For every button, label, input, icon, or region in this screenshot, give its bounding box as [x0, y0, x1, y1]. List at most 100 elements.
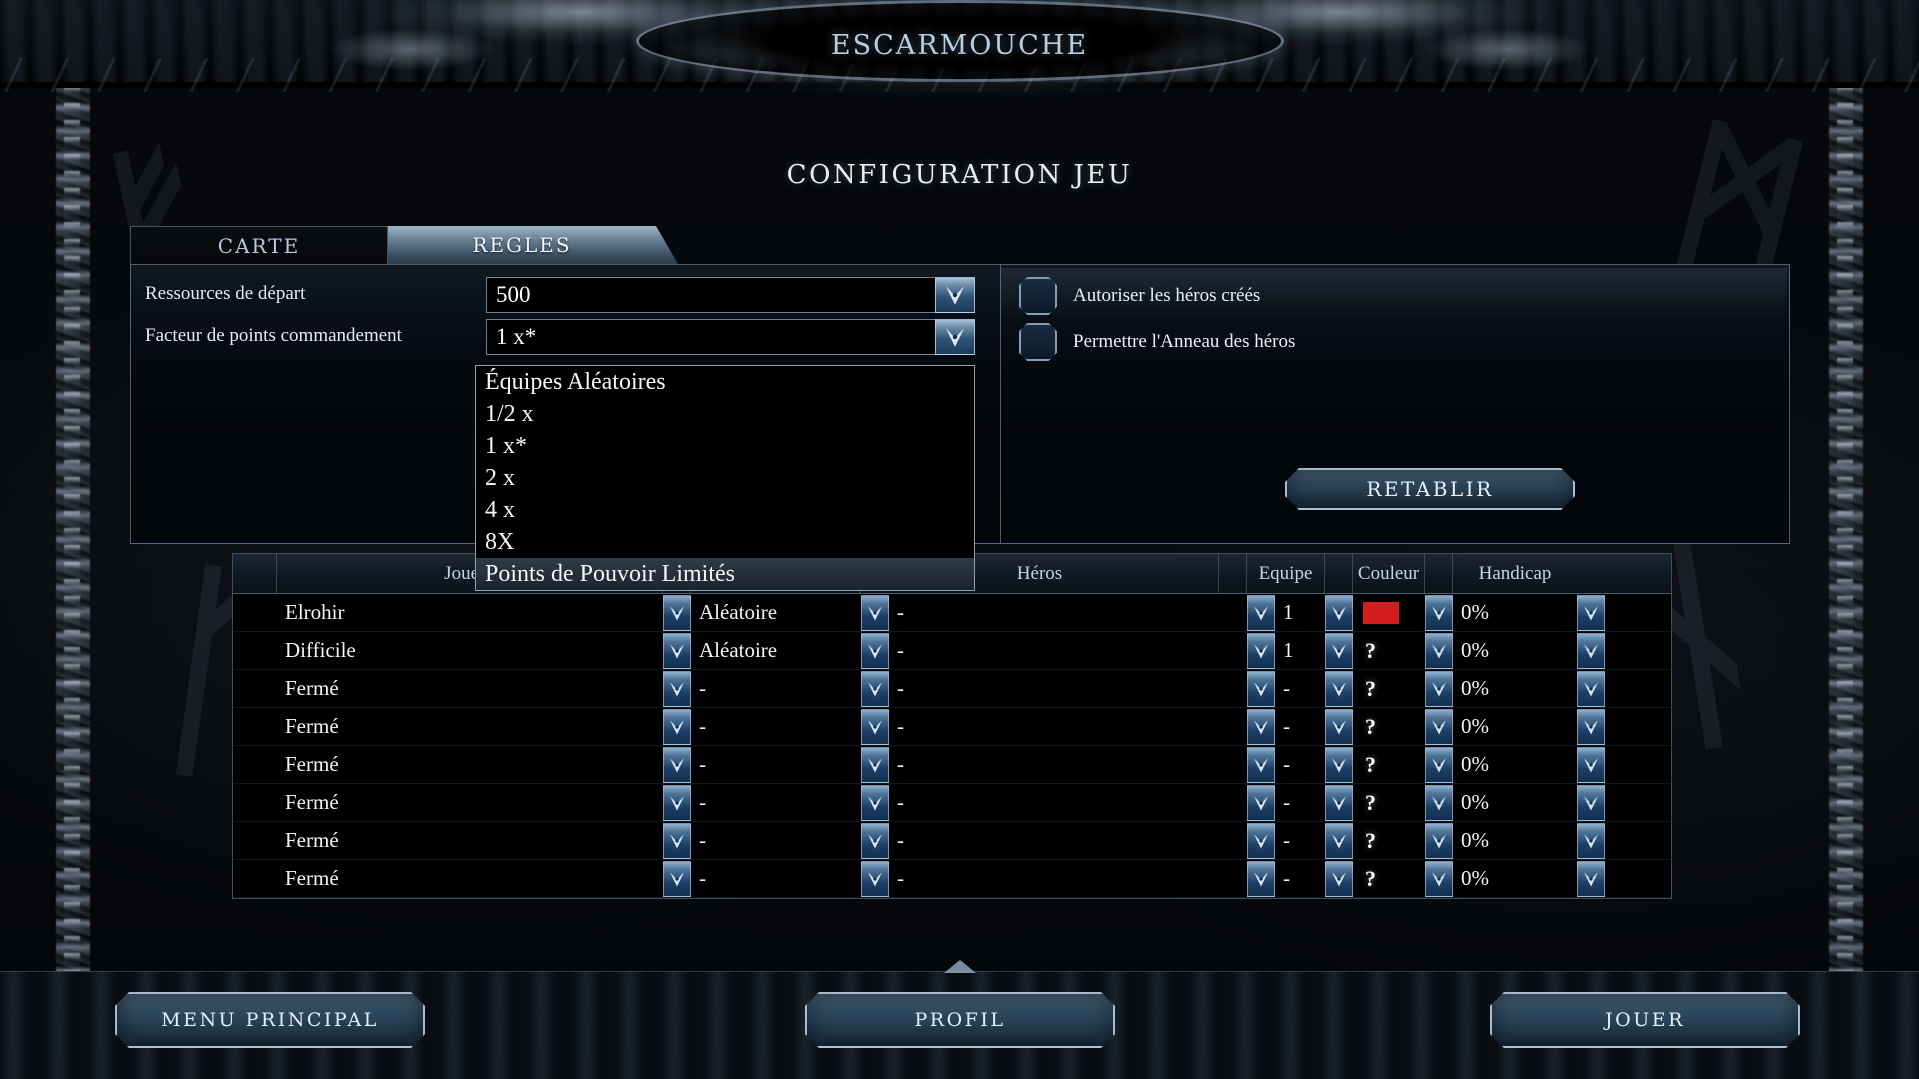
chevron-down-icon — [867, 871, 883, 886]
row-dropdown-arrow-button[interactable] — [1425, 670, 1453, 707]
checkbox-row-heros-crees: Autoriser les héros créés — [1001, 268, 1787, 316]
chevron-down-icon — [1331, 833, 1347, 848]
dropdown-option[interactable]: 8X — [476, 526, 974, 558]
row-dropdown-arrow-button[interactable] — [1425, 594, 1453, 631]
dropdown-option[interactable]: Équipes Aléatoires — [476, 366, 974, 398]
row-dropdown-arrow-button[interactable] — [1425, 784, 1453, 821]
row-dropdown-arrow-button[interactable] — [861, 822, 889, 859]
chevron-down-icon — [1253, 795, 1269, 810]
play-button[interactable]: JOUER — [1490, 992, 1800, 1048]
row-dropdown-arrow-button[interactable] — [861, 860, 889, 897]
page-title: CONFIGURATION JEU — [786, 160, 1133, 190]
chevron-down-icon — [945, 285, 965, 305]
row-dropdown-arrow-button[interactable] — [1425, 822, 1453, 859]
bottom-bar-notch-icon — [943, 960, 976, 973]
chevron-down-icon — [1583, 833, 1599, 848]
checkbox-autoriser-heros-crees[interactable] — [1019, 277, 1057, 315]
row-dropdown-arrow-button[interactable] — [1577, 670, 1605, 707]
table-row[interactable]: Fermé - - -? 0% — [233, 746, 1671, 784]
row-dropdown-arrow-button[interactable] — [861, 708, 889, 745]
cell-handicap: 0% — [1461, 676, 1489, 700]
table-row[interactable]: Elrohir Aléatoire - 1 0% — [233, 594, 1671, 632]
facteur-dropdown-list[interactable]: Équipes Aléatoires 1/2 x1 x* 2 x4 x 8X Point… — [475, 365, 975, 591]
dropdown-option[interactable]: 2 x — [476, 462, 974, 494]
table-row[interactable]: Fermé - - -? 0% — [233, 822, 1671, 860]
row-dropdown-arrow-button[interactable] — [1577, 594, 1605, 631]
row-dropdown-arrow-button[interactable] — [1325, 594, 1353, 631]
ressources-input[interactable]: 500 — [486, 277, 936, 313]
row-dropdown-arrow-button[interactable] — [861, 670, 889, 707]
dropdown-option[interactable]: 1 x* — [476, 430, 974, 462]
row-dropdown-arrow-button[interactable] — [1247, 708, 1275, 745]
chevron-down-icon — [1431, 605, 1447, 620]
row-dropdown-arrow-button[interactable] — [1247, 784, 1275, 821]
row-dropdown-arrow-button[interactable] — [663, 670, 691, 707]
main-menu-button[interactable]: MENU PRINCIPAL — [115, 992, 425, 1048]
facteur-input[interactable]: 1 x* — [486, 319, 936, 355]
row-dropdown-arrow-button[interactable] — [861, 784, 889, 821]
color-swatch[interactable] — [1363, 601, 1399, 624]
row-dropdown-arrow-button[interactable] — [1577, 708, 1605, 745]
row-dropdown-arrow-button[interactable] — [663, 860, 691, 897]
table-row[interactable]: Fermé - - -? 0% — [233, 708, 1671, 746]
row-dropdown-arrow-button[interactable] — [1577, 746, 1605, 783]
row-dropdown-arrow-button[interactable] — [1325, 746, 1353, 783]
row-dropdown-arrow-button[interactable] — [1247, 746, 1275, 783]
row-dropdown-arrow-button[interactable] — [1425, 860, 1453, 897]
row-dropdown-arrow-button[interactable] — [663, 594, 691, 631]
bottom-bar: MENU PRINCIPAL PROFIL JOUER — [0, 960, 1919, 1079]
row-dropdown-arrow-button[interactable] — [1247, 860, 1275, 897]
cell-joueur: Difficile — [285, 638, 356, 662]
row-dropdown-arrow-button[interactable] — [1247, 632, 1275, 669]
row-dropdown-arrow-button[interactable] — [1325, 784, 1353, 821]
facteur-dropdown-arrow-button[interactable] — [935, 319, 975, 355]
row-dropdown-arrow-button[interactable] — [663, 746, 691, 783]
row-dropdown-arrow-button[interactable] — [663, 632, 691, 669]
tab-regles[interactable]: REGLES — [388, 226, 678, 264]
chevron-down-icon — [1331, 681, 1347, 696]
row-dropdown-arrow-button[interactable] — [1247, 594, 1275, 631]
dropdown-option[interactable]: 1/2 x — [476, 398, 974, 430]
row-dropdown-arrow-button[interactable] — [1425, 746, 1453, 783]
row-dropdown-arrow-button[interactable] — [1325, 822, 1353, 859]
row-dropdown-arrow-button[interactable] — [1577, 822, 1605, 859]
row-dropdown-arrow-button[interactable] — [1425, 632, 1453, 669]
table-row[interactable]: Fermé - - -? 0% — [233, 670, 1671, 708]
row-dropdown-arrow-button[interactable] — [1577, 632, 1605, 669]
table-row[interactable]: Fermé - - -? 0% — [233, 784, 1671, 822]
cell-index — [233, 670, 277, 707]
row-dropdown-arrow-button[interactable] — [1325, 670, 1353, 707]
cell-couleur: ? — [1353, 632, 1425, 669]
row-dropdown-arrow-button[interactable] — [1247, 822, 1275, 859]
chevron-down-icon — [1331, 605, 1347, 620]
ressources-dropdown-arrow-button[interactable] — [935, 277, 975, 313]
game-title: escarmouche — [830, 19, 1089, 63]
row-dropdown-arrow-button[interactable] — [1325, 708, 1353, 745]
row-dropdown-arrow-button[interactable] — [1577, 860, 1605, 897]
row-dropdown-arrow-button[interactable] — [1325, 860, 1353, 897]
chevron-down-icon — [1431, 795, 1447, 810]
row-dropdown-arrow-button[interactable] — [663, 708, 691, 745]
row-dropdown-arrow-button[interactable] — [861, 632, 889, 669]
profile-button[interactable]: PROFIL — [805, 992, 1115, 1048]
setting-row-ressources: Ressources de départ — [145, 283, 475, 305]
row-dropdown-arrow-button[interactable] — [861, 594, 889, 631]
row-dropdown-arrow-button[interactable] — [1325, 632, 1353, 669]
reset-button[interactable]: RETABLIR — [1285, 468, 1575, 510]
cell-couleur — [1353, 594, 1425, 631]
row-dropdown-arrow-button[interactable] — [1247, 670, 1275, 707]
checkbox-permettre-anneau-heros[interactable] — [1019, 323, 1057, 361]
tab-carte[interactable]: CARTE — [130, 226, 388, 264]
table-row[interactable]: Difficile Aléatoire - 1? 0% — [233, 632, 1671, 670]
chevron-down-icon — [669, 719, 685, 734]
table-row[interactable]: Fermé - - -? 0% — [233, 860, 1671, 898]
row-dropdown-arrow-button[interactable] — [1577, 784, 1605, 821]
dropdown-option[interactable]: 4 x — [476, 494, 974, 526]
cell-equipe: 1 — [1283, 638, 1294, 662]
row-dropdown-arrow-button[interactable] — [663, 822, 691, 859]
row-dropdown-arrow-button[interactable] — [861, 746, 889, 783]
dropdown-option[interactable]: Points de Pouvoir Limités — [476, 558, 974, 590]
row-dropdown-arrow-button[interactable] — [1425, 708, 1453, 745]
row-dropdown-arrow-button[interactable] — [663, 784, 691, 821]
cell-couleur: ? — [1353, 860, 1425, 897]
